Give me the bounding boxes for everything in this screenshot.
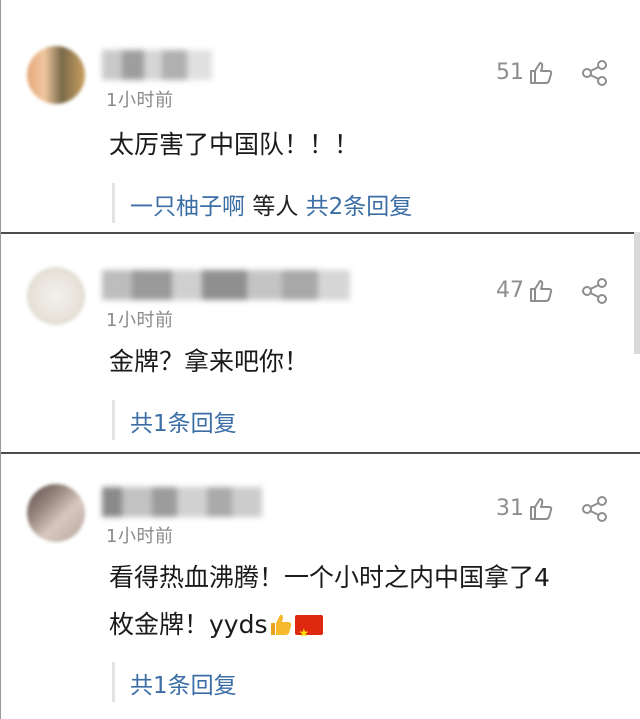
share-icon[interactable] (581, 59, 609, 87)
avatar[interactable] (27, 46, 85, 104)
comment-time: 1小时前 (106, 310, 174, 331)
reply-user-link[interactable]: 一只柚子啊 (130, 194, 245, 220)
reply-count-link[interactable]: 共1条回复 (130, 673, 237, 699)
username-blurred[interactable] (102, 50, 212, 80)
reply-mid-text: 等人 (252, 194, 299, 220)
comment-time: 1小时前 (106, 526, 174, 547)
reply-divider (112, 400, 115, 440)
reply-divider (112, 183, 115, 223)
comment-card: 1小时前 51 太厉害了中国队！！！ 一只柚子啊 等人 共2条回复 (2, 0, 634, 233)
comment-text: 太厉害了中国队！！！ (109, 130, 360, 159)
comment-text-line-2-text: 枚金牌！yyds (109, 610, 268, 639)
avatar[interactable] (27, 267, 85, 325)
share-icon[interactable] (581, 277, 609, 305)
china-flag-emoji-icon (295, 612, 324, 654)
comment-list: 1小时前 51 太厉害了中国队！！！ 一只柚子啊 等人 共2条回复 1小时前 4… (0, 0, 640, 719)
like-count: 51 (496, 60, 524, 85)
reply-summary[interactable]: 共1条回复 (130, 404, 237, 438)
comment-time: 1小时前 (106, 90, 174, 111)
like-count: 31 (496, 496, 524, 521)
comment-card: 1小时前 31 看得热血沸腾！一个小时之内中国拿了4 枚金牌！yyds 共1条回… (2, 454, 634, 719)
like-count: 47 (496, 278, 524, 303)
thumb-up-icon[interactable] (528, 60, 554, 86)
comment-text-line-2: 枚金牌！yyds (109, 604, 324, 654)
comment-card: 1小时前 47 金牌？拿来吧你！ 共1条回复 (2, 234, 634, 453)
username-blurred[interactable] (102, 487, 262, 517)
comment-text: 金牌？拿来吧你！ (109, 347, 310, 376)
scrollbar[interactable] (634, 232, 640, 354)
reply-summary[interactable]: 一只柚子啊 等人 共2条回复 (130, 187, 412, 221)
thumb-up-icon[interactable] (528, 496, 554, 522)
share-icon[interactable] (581, 495, 609, 523)
avatar[interactable] (27, 484, 85, 542)
reply-summary[interactable]: 共1条回复 (130, 666, 237, 700)
reply-divider (112, 662, 115, 702)
comment-text-line-1: 看得热血沸腾！一个小时之内中国拿了4 (109, 563, 550, 592)
username-blurred[interactable] (102, 270, 350, 300)
reply-count-link[interactable]: 共1条回复 (130, 411, 237, 437)
thumbs-up-emoji-icon (271, 614, 292, 635)
reply-count-link[interactable]: 共2条回复 (306, 194, 413, 220)
thumb-up-icon[interactable] (528, 278, 554, 304)
